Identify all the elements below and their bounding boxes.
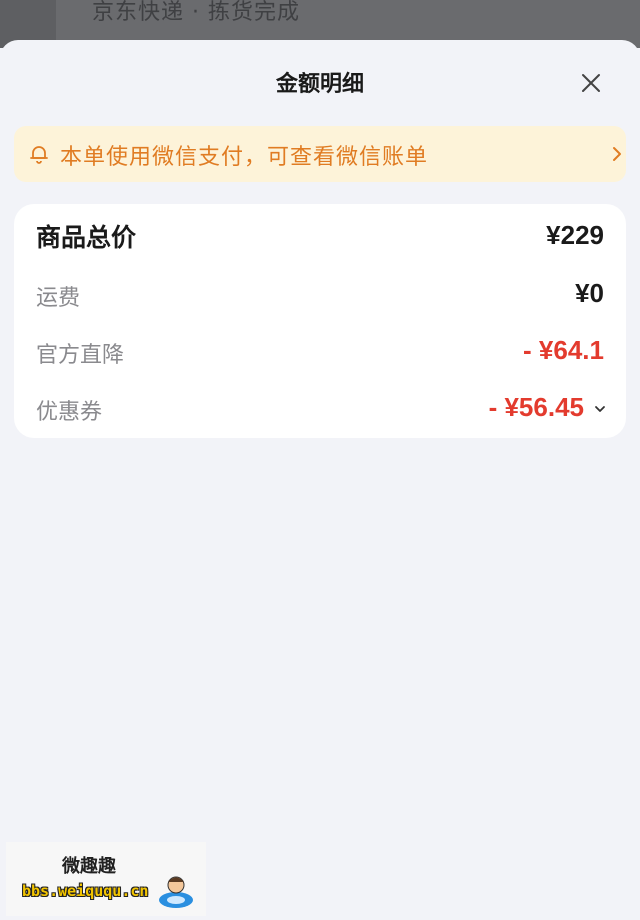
notice-text: 本单使用微信支付，可查看微信账单 xyxy=(60,145,429,170)
row-official-discount: 官方直降 - ¥64.1 xyxy=(14,333,626,373)
watermark: 微趣趣 bbs.weiququ.cn xyxy=(6,842,206,916)
watermark-url: bbs.weiququ.cn xyxy=(22,882,149,900)
goods-total-value: ¥229 xyxy=(546,220,604,250)
row-goods-total: 商品总价 ¥229 xyxy=(14,218,626,258)
chevron-right-icon xyxy=(613,147,621,161)
wechat-bill-notice[interactable]: 本单使用微信支付，可查看微信账单 xyxy=(14,126,626,182)
close-button[interactable] xyxy=(576,68,606,98)
sheet-title: 金额明细 xyxy=(275,72,364,97)
price-detail-card: 商品总价 ¥229 运费 ¥0 官方直降 - ¥64.1 优惠券 - ¥56.4… xyxy=(14,204,626,438)
row-coupon[interactable]: 优惠券 - ¥56.45 xyxy=(14,390,626,430)
background-status-text: 京东快递 · 拣货完成 xyxy=(92,0,300,25)
row-shipping: 运费 ¥0 xyxy=(14,276,626,316)
shipping-label: 运费 xyxy=(36,286,81,311)
coupon-value: - ¥56.45 xyxy=(488,392,584,422)
watermark-cn: 微趣趣 xyxy=(62,856,116,877)
official-discount-label: 官方直降 xyxy=(36,343,125,368)
coupon-label: 优惠券 xyxy=(36,400,103,425)
amount-detail-sheet: 金额明细 本单使用微信支付，可查看微信账单 商品总价 ¥229 运费 ¥0 官方… xyxy=(0,40,640,920)
shipping-value: ¥0 xyxy=(575,278,604,308)
close-icon xyxy=(582,74,600,92)
official-discount-value: - ¥64.1 xyxy=(523,335,604,365)
bell-icon xyxy=(30,146,48,164)
goods-total-label: 商品总价 xyxy=(36,223,137,252)
mascot-icon xyxy=(159,876,193,908)
chevron-down-icon[interactable] xyxy=(594,404,606,414)
